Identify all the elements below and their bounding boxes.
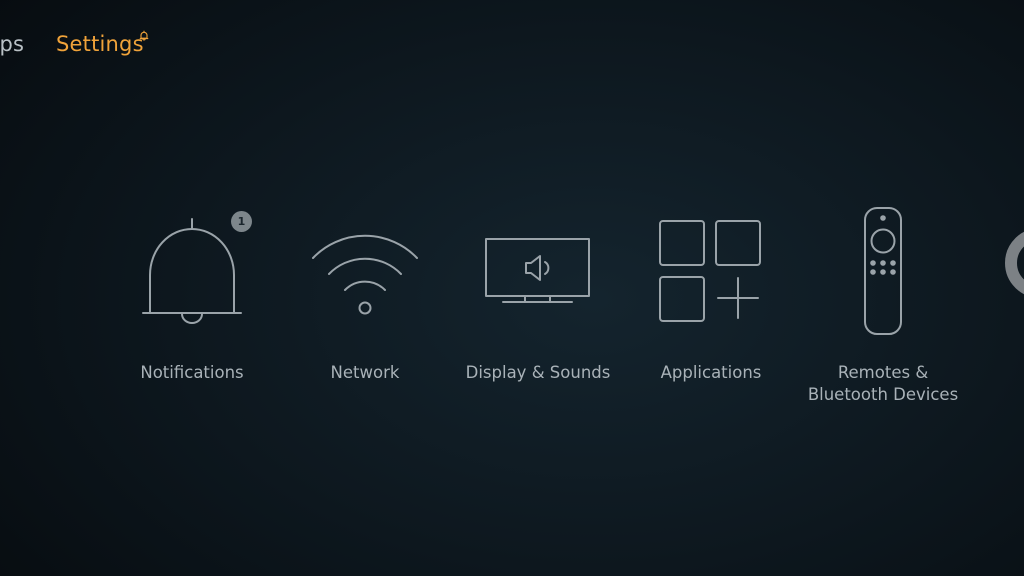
tile-remotes-bluetooth[interactable]: Remotes & Bluetooth Devices — [797, 190, 969, 430]
tv-speaker-icon — [452, 200, 624, 340]
bell-icon — [106, 200, 278, 340]
tile-display-sounds[interactable]: Display & Sounds — [452, 190, 624, 430]
tile-label: Remotes & Bluetooth Devices — [807, 363, 959, 404]
remote-icon — [797, 200, 969, 340]
tile-label: Display & Sounds — [465, 363, 611, 382]
notification-bell-icon — [138, 27, 150, 41]
top-navigation: pps Settings — [0, 0, 1024, 90]
tile-label: Notifications — [140, 363, 244, 382]
tile-applications[interactable]: Applications — [625, 190, 797, 430]
wifi-icon — [279, 200, 451, 340]
apps-grid-icon — [625, 200, 797, 340]
tile-label: Applications — [660, 363, 762, 382]
tile-network[interactable]: Network — [279, 190, 451, 430]
ring-icon[interactable] — [1005, 228, 1024, 298]
notification-count-badge: 1 — [231, 211, 252, 232]
tile-label: Network — [330, 363, 400, 382]
nav-item-apps[interactable]: pps — [0, 32, 24, 56]
tile-notifications[interactable]: Notifications — [106, 190, 278, 430]
nav-item-settings[interactable]: Settings — [56, 32, 144, 56]
